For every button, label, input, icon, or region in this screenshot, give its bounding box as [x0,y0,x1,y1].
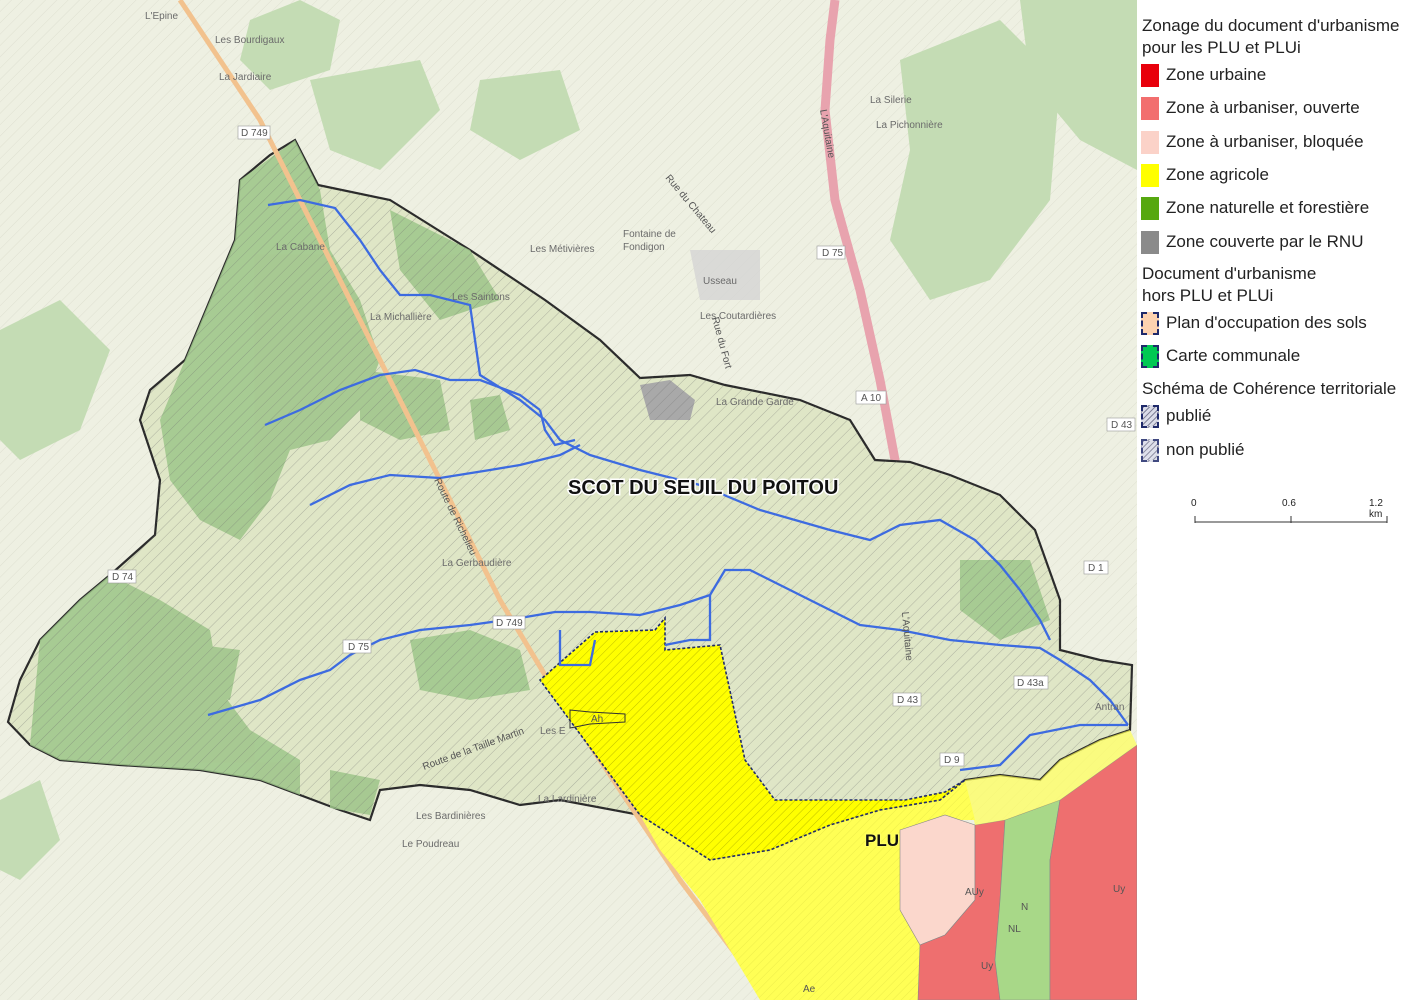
legend-item-pos[interactable]: Plan d'occupation des sols [1141,310,1367,336]
swatch-zone-rnu [1141,230,1159,254]
legend-item-zone-agricole[interactable]: Zone agricole [1141,162,1269,188]
legend-item-zone-rnu[interactable]: Zone couverte par le RNU [1141,229,1363,255]
zone-code-uy-west: Uy [981,961,993,972]
legend-title-line1: Zonage du document d'urbanisme [1142,16,1400,35]
label-saintons: Les Saintons [452,292,510,303]
legend-label: Zone urbaine [1166,65,1267,84]
zone-code-ae: Ae [803,984,816,995]
label-d9: D 9 [944,755,960,766]
legend-label: Zone à urbaniser, ouverte [1166,98,1360,117]
label-les-e: Les E [540,726,566,737]
usseau-built [690,250,760,300]
scot-label: SCOT DU SEUIL DU POITOU [568,477,838,499]
label-michalliere: La Michallière [370,312,432,323]
legend-panel: Zonage du document d'urbanisme pour les … [1137,0,1426,1000]
label-pichonniere: La Pichonnière [876,120,943,131]
scale-bar: 0 0.6 1.2 km [1191,498,1388,528]
label-d74: D 74 [112,572,134,583]
scale-bar-graphic [1194,516,1388,523]
label-antran: Antran [1095,702,1124,713]
map-svg[interactable]: L'Epine Les Bourdigaux La Jardiaire La C… [0,0,1137,1000]
swatch-zone-au-bloquee [1141,130,1159,154]
label-metivieres: Les Métivières [530,244,594,255]
swatch-zone-au-ouverte [1141,96,1159,120]
label-lardiniere: La Lardinière [538,794,597,805]
swatch-zone-naturelle [1141,196,1159,220]
legend-item-zone-au-ouverte[interactable]: Zone à urbaniser, ouverte [1141,95,1360,121]
swatch-carte-communale [1141,344,1159,368]
label-d75-west: D 75 [348,642,370,653]
plu-label: PLU [865,831,899,850]
label-d43a: D 43a [1017,678,1044,689]
label-fondigon: Fondigon [623,242,665,253]
legend-scot-title: Schéma de Cohérence territoriale [1142,379,1397,398]
legend-label: publié [1166,406,1212,425]
legend-title-line2: pour les PLU et PLUi [1142,38,1301,57]
label-poudreau: Le Poudreau [402,839,459,850]
label-jardiaire: La Jardiaire [219,72,272,83]
legend-label: non publié [1166,440,1245,459]
legend-label: Zone couverte par le RNU [1166,232,1364,251]
label-silerie: La Silerie [870,95,912,106]
label-gerbaudiere: La Gerbaudière [442,558,512,569]
zone-code-nl: NL [1008,924,1021,935]
legend-item-zone-naturelle[interactable]: Zone naturelle et forestière [1141,195,1369,221]
swatch-pos [1141,311,1159,335]
zone-code-auy: AUy [965,887,984,898]
map-canvas[interactable]: L'Epine Les Bourdigaux La Jardiaire La C… [0,0,1137,1000]
legend-item-carte-communale[interactable]: Carte communale [1141,343,1300,369]
swatch-scot-non-publie [1141,438,1159,462]
label-epine: L'Epine [145,11,178,22]
label-cabane: La Cabane [276,242,325,253]
label-d43: D 43 [897,695,919,706]
legend-label: Carte communale [1166,346,1301,365]
label-d75-east: D 75 [822,248,844,259]
swatch-zone-agricole [1141,163,1159,187]
legend-item-scot-non-publie[interactable]: non publié [1141,437,1244,463]
label-bardinieres: Les Bardinières [416,811,485,822]
label-d43-north: D 43 [1111,420,1133,431]
swatch-scot-publie [1141,404,1159,428]
label-fontaine: Fontaine de [623,229,676,240]
legend-item-zone-au-bloquee[interactable]: Zone à urbaniser, bloquée [1141,129,1364,155]
label-a10: A 10 [861,393,881,404]
legend-label: Zone agricole [1166,165,1270,184]
label-d749-north: D 749 [241,128,268,139]
zone-code-n: N [1021,902,1028,913]
legend-label: Zone naturelle et forestière [1166,198,1370,217]
label-grande-garde: La Grande Garde [716,397,794,408]
legend-hors-title-line2: hors PLU et PLUi [1142,286,1274,305]
zone-code-ah: Ah [591,714,603,725]
label-usseau: Usseau [703,276,737,287]
legend-label: Zone à urbaniser, bloquée [1166,132,1364,151]
zone-code-uy-east: Uy [1113,884,1125,895]
label-d1: D 1 [1088,563,1104,574]
legend-label: Plan d'occupation des sols [1166,313,1367,332]
label-d749-south: D 749 [496,618,523,629]
swatch-zone-urbaine [1141,63,1159,87]
legend-item-zone-urbaine[interactable]: Zone urbaine [1141,62,1266,88]
legend-item-scot-publie[interactable]: publié [1141,403,1211,429]
legend-hors-title-line1: Document d'urbanisme [1142,264,1317,283]
label-bourdigaux: Les Bourdigaux [215,35,285,46]
